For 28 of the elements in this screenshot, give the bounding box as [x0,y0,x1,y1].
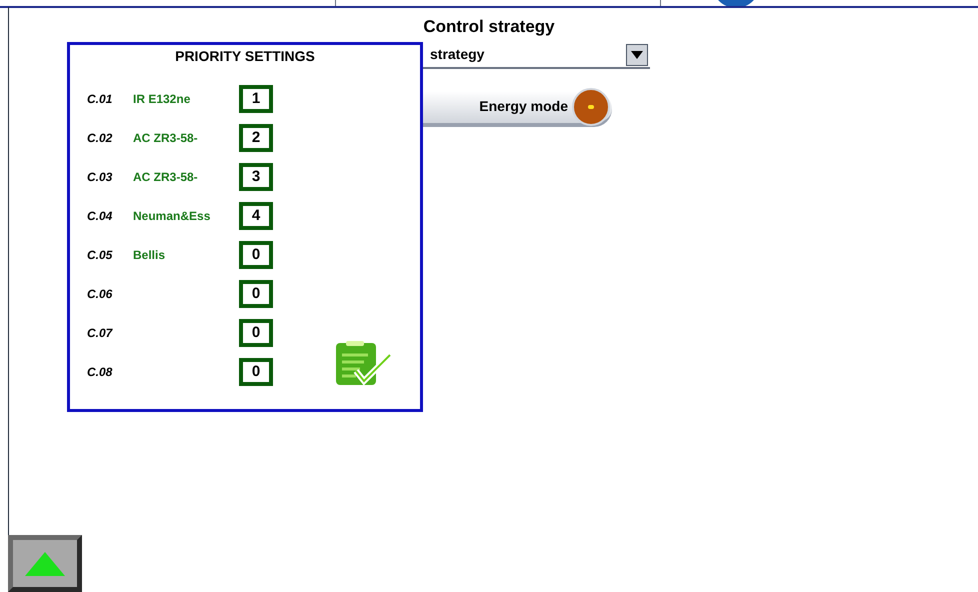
device-name: IR E132ne [133,91,192,108]
page-title: Control strategy [423,16,555,38]
channel-code: C.04 [87,208,114,225]
device-name: AC ZR3-58- [133,130,199,147]
channel-code: C.08 [87,364,114,381]
channel-code: C.02 [87,130,114,147]
priority-input[interactable]: 2 [239,124,273,152]
device-name: Neuman&Ess [133,208,212,225]
channel-code: C.05 [87,247,114,264]
priority-input[interactable]: 4 [239,202,273,230]
channel-code: C.06 [87,286,114,303]
panel-title: PRIORITY SETTINGS [174,47,316,66]
device-name: Bellis [133,247,166,264]
energy-mode-toggle[interactable]: Energy mode [422,90,612,126]
up-arrow-button[interactable] [8,535,82,592]
clipboard-check-icon[interactable] [334,341,392,387]
priority-input[interactable]: 0 [239,319,273,347]
channel-code: C.01 [87,91,114,108]
priority-input[interactable]: 3 [239,163,273,191]
priority-input[interactable]: 0 [239,280,273,308]
channel-code: C.07 [87,325,114,342]
priority-input[interactable]: 0 [239,241,273,269]
device-name: AC ZR3-58- [133,169,199,186]
priority-input[interactable]: 1 [239,85,273,113]
priority-input[interactable]: 0 [239,358,273,386]
triangle-icon [25,552,65,576]
channel-code: C.03 [87,169,114,186]
strategy-dropdown[interactable]: strategy [422,42,650,68]
